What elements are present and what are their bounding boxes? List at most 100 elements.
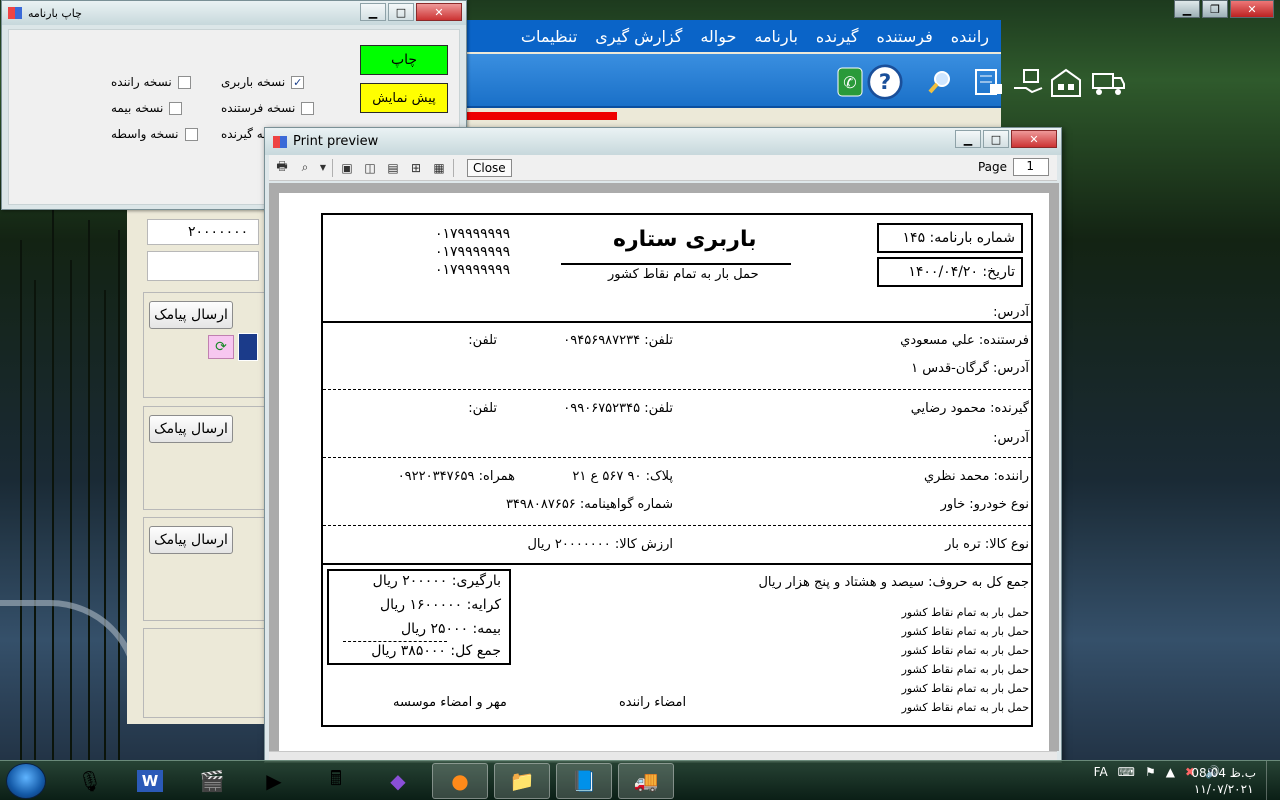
preview-button[interactable]: پیش نمایش xyxy=(360,83,448,113)
note-line: حمل بار به تمام نقاط کشور xyxy=(901,663,1029,676)
notes-list: حمل بار به تمام نقاط کشور حمل بار به تما… xyxy=(902,603,1029,717)
preview-toolbar: 🖶 ⌕ ▼ ▣ ◫ ▤ ⊞ ▦ Close Page 1 xyxy=(269,155,1057,181)
note-line: حمل بار به تمام نقاط کشور xyxy=(901,625,1029,638)
checkbox-broker-copy[interactable]: نسخه واسطه xyxy=(111,127,198,141)
menu-reports[interactable]: گزارش گیری xyxy=(595,27,682,46)
checkbox[interactable] xyxy=(184,127,198,141)
delivery-icon[interactable] xyxy=(1010,64,1046,100)
checkbox-sender-copy[interactable]: نسخه فرستنده xyxy=(221,101,315,115)
menu-sender[interactable]: فرستنده xyxy=(876,27,932,46)
word-icon[interactable]: W xyxy=(122,763,178,799)
show-desktop-button[interactable] xyxy=(1266,761,1280,800)
checkbox-driver-copy[interactable]: نسخه راننده xyxy=(111,75,191,89)
svg-text:✆: ✆ xyxy=(843,73,856,92)
clock[interactable]: 08:04 ب.ظ ۱۱/۰۷/۲۰۲۱ xyxy=(1191,765,1256,797)
note-line: حمل بار به تمام نقاط کشور xyxy=(901,606,1029,619)
main-toolbar: ✆ ? xyxy=(462,54,1125,108)
sms-group-2: ارسال پیامک xyxy=(143,406,267,510)
send-sms-button[interactable]: ارسال پیامک xyxy=(149,526,233,554)
phone-list: ۰۱۷۹۹۹۹۹۹۹ ۰۱۷۹۹۹۹۹۹۹ ۰۱۷۹۹۹۹۹۹۹ xyxy=(435,225,510,279)
receiver-phone: تلفن: ۰۹۹۰۶۷۵۲۳۴۵ xyxy=(563,401,673,416)
six-pages-icon[interactable]: ▦ xyxy=(430,160,448,176)
send-sms-button[interactable]: ارسال پیامک xyxy=(149,301,233,329)
bill-date: تاریخ: ۱۴۰۰/۰۴/۲۰ xyxy=(877,257,1023,287)
menu-settings[interactable]: تنظیمات xyxy=(521,27,577,46)
fare: کرایه: ۱۶۰۰۰۰۰ ریال xyxy=(379,597,501,613)
sms-group-1: ارسال پیامک ⟳ xyxy=(143,292,267,398)
empty-field[interactable] xyxy=(147,251,259,281)
report-icon[interactable] xyxy=(970,64,1006,100)
media-player-icon[interactable]: ▶ xyxy=(246,763,302,799)
visual-studio-icon[interactable]: ◆ xyxy=(370,763,426,799)
video-editor-icon[interactable]: 🎬 xyxy=(184,763,240,799)
restore-button[interactable]: ❐ xyxy=(1202,0,1228,18)
close-button[interactable]: ✕ xyxy=(1230,0,1274,18)
menu-bill[interactable]: بارنامه xyxy=(754,27,798,46)
preview-area[interactable]: ۰۱۷۹۹۹۹۹۹۹ ۰۱۷۹۹۹۹۹۹۹ ۰۱۷۹۹۹۹۹۹۹ باربری … xyxy=(269,183,1059,751)
start-button[interactable] xyxy=(6,763,46,799)
sender-name: فرستنده: علي مسعودي xyxy=(900,333,1029,348)
loading-fee: بارگیری: ۲۰۰۰۰۰ ریال xyxy=(372,573,501,589)
maximize-button[interactable]: □ xyxy=(983,130,1009,148)
firefox-icon[interactable]: ● xyxy=(432,763,488,799)
checkbox-carrier-copy[interactable]: ✓ نسخه باربری xyxy=(221,75,305,89)
checkbox-label: نسخه بیمه xyxy=(111,101,164,115)
chevron-up-icon[interactable]: ▲ xyxy=(1166,765,1175,779)
truck-icon[interactable] xyxy=(1090,64,1126,100)
total-in-words: جمع کل به حروف: سیصد و هشتاد و پنج هزار … xyxy=(758,575,1029,590)
calculator-icon[interactable]: 🖩 xyxy=(308,763,364,799)
chevron-down-icon[interactable]: ▼ xyxy=(319,160,327,176)
title-underline xyxy=(561,263,791,265)
flag-icon[interactable]: ⚑ xyxy=(1145,765,1156,779)
checkbox[interactable]: ✓ xyxy=(291,75,305,89)
warehouse-icon[interactable] xyxy=(1048,64,1084,100)
vehicle-plate: پلاک: ۹۰ ۵۶۷ ع ۲۱ xyxy=(572,469,673,484)
phone-number: ۰۱۷۹۹۹۹۹۹۹ xyxy=(435,262,511,278)
freight-app-icon[interactable]: 🚚 xyxy=(618,763,674,799)
file-explorer-icon[interactable]: 📁 xyxy=(494,763,550,799)
preview-page: ۰۱۷۹۹۹۹۹۹۹ ۰۱۷۹۹۹۹۹۹۹ ۰۱۷۹۹۹۹۹۹۹ باربری … xyxy=(279,193,1049,751)
help-icon[interactable]: ? xyxy=(867,64,903,100)
phone-icon[interactable]: ✆ xyxy=(832,64,868,100)
goods-value: ارزش کالا: ۲۰۰۰۰۰۰۰ ریال xyxy=(527,537,673,552)
totals-box: بارگیری: ۲۰۰۰۰۰ ریال کرایه: ۱۶۰۰۰۰۰ ریال… xyxy=(327,569,511,665)
checkbox[interactable] xyxy=(169,101,183,115)
clock-time: 08:04 ب.ظ xyxy=(1191,766,1256,780)
notebook-icon[interactable]: 📘 xyxy=(556,763,612,799)
printer-icon[interactable]: 🖶 xyxy=(273,159,291,176)
preview-close-button[interactable]: Close xyxy=(467,158,512,177)
page-number-input[interactable]: 1 xyxy=(1013,158,1049,176)
language-indicator[interactable]: FA xyxy=(1094,765,1108,779)
one-page-icon[interactable]: ▣ xyxy=(338,160,356,176)
close-button[interactable]: ✕ xyxy=(1011,130,1057,148)
divider xyxy=(323,389,1031,390)
microphone-icon[interactable]: 🎙 xyxy=(62,763,118,799)
close-button[interactable]: ✕ xyxy=(416,3,462,21)
minimize-button[interactable]: ▁ xyxy=(1174,0,1200,18)
print-button[interactable]: چاپ xyxy=(360,45,448,75)
keyboard-icon[interactable]: ⌨ xyxy=(1118,765,1135,779)
menu-driver[interactable]: راننده xyxy=(951,27,989,46)
search-icon[interactable] xyxy=(922,64,958,100)
four-pages-icon[interactable]: ⊞ xyxy=(407,160,425,176)
minimize-button[interactable]: ▁ xyxy=(360,3,386,21)
two-pages-icon[interactable]: ◫ xyxy=(361,160,379,176)
zoom-icon[interactable]: ⌕ xyxy=(296,160,314,176)
toolbar-separator xyxy=(332,158,333,177)
receiver-name: گیرنده: محمود رضايي xyxy=(910,401,1029,416)
receiver-phone-2: تلفن: xyxy=(468,401,497,416)
checkbox-insurance-copy[interactable]: نسخه بیمه xyxy=(111,101,183,115)
driver-name: راننده: محمد نظري xyxy=(923,469,1029,484)
checkbox[interactable] xyxy=(301,101,315,115)
maximize-button[interactable]: □ xyxy=(388,3,414,21)
send-sms-button[interactable]: ارسال پیامک xyxy=(149,415,233,443)
window-title: Print preview xyxy=(293,134,379,149)
checkbox[interactable] xyxy=(177,75,191,89)
menu-receiver[interactable]: گیرنده xyxy=(816,27,859,46)
amount-field[interactable]: ۲۰۰۰۰۰۰۰ xyxy=(147,219,259,245)
three-pages-icon[interactable]: ▤ xyxy=(384,160,402,176)
refresh-icon[interactable]: ⟳ xyxy=(208,335,234,359)
menu-transfer[interactable]: حواله xyxy=(700,27,736,46)
insurance: بیمه: ۲۵۰۰۰ ریال xyxy=(400,621,501,637)
minimize-button[interactable]: ▁ xyxy=(955,130,981,148)
